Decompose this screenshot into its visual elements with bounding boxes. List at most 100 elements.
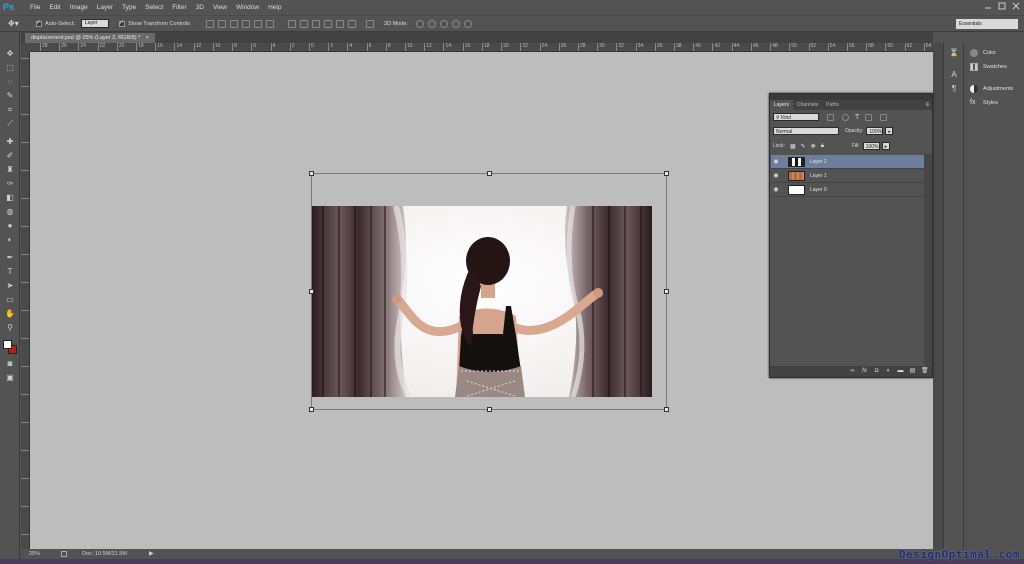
move-tool-preset-icon[interactable]: ✥▾ bbox=[8, 19, 30, 28]
visibility-eye-icon[interactable]: ◉ bbox=[771, 158, 781, 165]
quick-mask-icon[interactable]: ◙ bbox=[4, 358, 16, 370]
dodge-tool-icon[interactable]: ◐ bbox=[4, 234, 16, 246]
close-icon[interactable] bbox=[1012, 2, 1020, 10]
workspace-switcher[interactable]: Essentials bbox=[956, 19, 1018, 29]
canvas-vertical-scrollbar[interactable] bbox=[933, 43, 943, 549]
menu-file[interactable]: File bbox=[30, 0, 40, 15]
align-hcenter-icon[interactable] bbox=[254, 19, 263, 28]
eyedropper-tool-icon[interactable]: ⟋ bbox=[4, 118, 16, 130]
menu-edit[interactable]: Edit bbox=[49, 0, 60, 15]
maximize-icon[interactable] bbox=[998, 2, 1006, 10]
document-tab-close-icon[interactable]: × bbox=[146, 35, 149, 41]
document-tab[interactable]: displacement.psd @ 25% (Layer 2, RGB/8) … bbox=[25, 33, 155, 43]
align-vcenter-icon[interactable] bbox=[218, 19, 227, 28]
layer-name[interactable]: Layer 0 bbox=[810, 187, 827, 193]
zoom-level[interactable]: 25% bbox=[29, 549, 40, 559]
history-panel-icon[interactable]: ⌛ bbox=[948, 47, 960, 59]
menu-image[interactable]: Image bbox=[70, 0, 88, 15]
transform-handle-br[interactable] bbox=[664, 407, 669, 412]
menu-view[interactable]: View bbox=[213, 0, 227, 15]
lock-position-icon[interactable]: ✥ bbox=[811, 143, 816, 150]
status-export-icon[interactable] bbox=[61, 551, 67, 557]
adjustment-layer-icon[interactable]: ◐ bbox=[885, 368, 892, 375]
filter-type-icon[interactable]: T bbox=[855, 114, 859, 121]
distribute-top-icon[interactable] bbox=[288, 19, 297, 28]
tab-channels[interactable]: Channels bbox=[793, 100, 822, 110]
transform-handle-bc[interactable] bbox=[487, 407, 492, 412]
healing-brush-icon[interactable]: ✚ bbox=[4, 136, 16, 148]
move-tool-icon[interactable]: ✥ bbox=[4, 48, 16, 60]
hand-tool-icon[interactable]: ✋ bbox=[4, 308, 16, 320]
clone-stamp-icon[interactable]: ♜ bbox=[4, 164, 16, 176]
lock-all-icon[interactable]: 🔒︎ bbox=[821, 143, 824, 150]
menu-filter[interactable]: Filter bbox=[172, 0, 186, 15]
align-left-icon[interactable] bbox=[242, 19, 251, 28]
layer-style-icon[interactable]: fx bbox=[861, 368, 868, 375]
menu-type[interactable]: Type bbox=[122, 0, 136, 15]
3d-slide-icon[interactable] bbox=[451, 19, 460, 28]
align-right-icon[interactable] bbox=[266, 19, 275, 28]
layer-row-layer-2[interactable]: ◉ Layer 2 bbox=[771, 155, 924, 169]
3d-rotate-icon[interactable] bbox=[415, 19, 424, 28]
layer-name[interactable]: Layer 1 bbox=[810, 173, 827, 179]
transform-handle-mr[interactable] bbox=[664, 289, 669, 294]
menu-layer[interactable]: Layer bbox=[97, 0, 113, 15]
menu-help[interactable]: Help bbox=[268, 0, 281, 15]
crop-tool-icon[interactable]: ⌗ bbox=[4, 104, 16, 116]
rectangle-tool-icon[interactable]: ▭ bbox=[4, 294, 16, 306]
brush-tool-icon[interactable]: ✐ bbox=[4, 150, 16, 162]
layer-row-layer-0[interactable]: ◉ Layer 0 bbox=[771, 183, 924, 197]
distribute-left-icon[interactable] bbox=[324, 19, 333, 28]
screen-mode-icon[interactable]: ▣ bbox=[4, 372, 16, 384]
ruler-vertical[interactable] bbox=[21, 52, 30, 549]
character-panel-icon[interactable]: A bbox=[948, 69, 960, 81]
swatches-panel-button[interactable]: Swatches bbox=[970, 61, 1007, 73]
3d-scale-icon[interactable] bbox=[463, 19, 472, 28]
minimize-icon[interactable] bbox=[984, 2, 992, 10]
transform-handle-tr[interactable] bbox=[664, 171, 669, 176]
filter-adjustment-icon[interactable] bbox=[842, 113, 849, 121]
filter-smart-object-icon[interactable] bbox=[880, 113, 888, 121]
lasso-tool-icon[interactable]: ◌ bbox=[4, 76, 16, 88]
ruler-horizontal[interactable]: 28 26 24 22 20 18 16 14 12 10 8 6 4 2 0 2 4 6 8 10 12 14 16 18 2… bbox=[30, 43, 933, 52]
fill-dropdown-icon[interactable]: ▸ bbox=[881, 142, 890, 150]
visibility-eye-icon[interactable]: ◉ bbox=[771, 172, 781, 179]
ruler-corner[interactable] bbox=[21, 43, 30, 52]
filter-shape-icon[interactable] bbox=[865, 113, 873, 121]
layer-row-layer-1[interactable]: ◉ Layer 1 bbox=[771, 169, 924, 183]
lock-image-icon[interactable]: ✎ bbox=[801, 143, 806, 150]
distribute-bottom-icon[interactable] bbox=[312, 19, 321, 28]
quick-select-tool-icon[interactable]: ✎ bbox=[4, 90, 16, 102]
panel-menu-icon[interactable]: ≡ bbox=[925, 100, 932, 110]
filter-pixel-icon[interactable] bbox=[827, 113, 834, 121]
align-top-icon[interactable] bbox=[206, 19, 215, 28]
layer-name[interactable]: Layer 2 bbox=[810, 159, 827, 165]
type-tool-icon[interactable]: T bbox=[4, 266, 16, 278]
blur-tool-icon[interactable]: ● bbox=[4, 220, 16, 232]
tab-layers[interactable]: Layers bbox=[770, 100, 794, 110]
blend-mode-dropdown[interactable]: Normal bbox=[773, 127, 839, 135]
paint-bucket-icon[interactable]: ◍ bbox=[4, 206, 16, 218]
auto-align-icon[interactable] bbox=[366, 19, 375, 28]
3d-roll-icon[interactable] bbox=[427, 19, 436, 28]
3d-pan-icon[interactable] bbox=[439, 19, 448, 28]
distribute-vcenter-icon[interactable] bbox=[300, 19, 309, 28]
menu-window[interactable]: Window bbox=[236, 0, 259, 15]
transform-handle-tc[interactable] bbox=[487, 171, 492, 176]
status-menu-arrow-icon[interactable]: ▶ bbox=[149, 549, 154, 559]
align-bottom-icon[interactable] bbox=[230, 19, 239, 28]
layer-filter-kind[interactable]: ⚲ Kind bbox=[773, 113, 819, 121]
new-group-icon[interactable]: ▬ bbox=[897, 368, 904, 375]
new-layer-icon[interactable]: ▤ bbox=[909, 368, 916, 375]
adjustments-panel-button[interactable]: Adjustments bbox=[970, 83, 1013, 95]
history-brush-icon[interactable]: ✑ bbox=[4, 178, 16, 190]
transform-handle-tl[interactable] bbox=[309, 171, 314, 176]
eraser-tool-icon[interactable]: ◧ bbox=[4, 192, 16, 204]
show-transform-checkbox[interactable] bbox=[118, 19, 125, 27]
color-panel-button[interactable]: Color bbox=[970, 47, 996, 59]
marquee-tool-icon[interactable]: ⬚ bbox=[4, 62, 16, 74]
add-mask-icon[interactable]: ◘ bbox=[873, 368, 880, 375]
transform-handle-ml[interactable] bbox=[309, 289, 314, 294]
delete-layer-icon[interactable]: 🗑︎ bbox=[921, 368, 929, 375]
lock-transparent-icon[interactable]: ▦ bbox=[790, 143, 796, 150]
